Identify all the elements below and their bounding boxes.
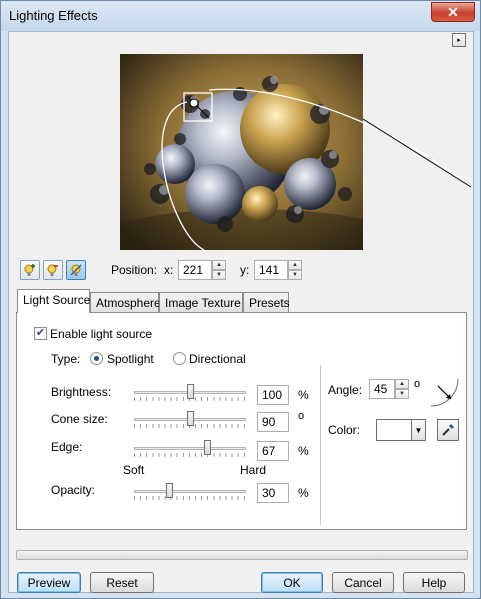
cone-size-unit: o <box>298 410 305 422</box>
position-y-label: y: <box>240 263 250 277</box>
angle-label: Angle: <box>328 383 363 397</box>
options-menu-button[interactable]: ▸ <box>452 33 466 47</box>
eyedropper-icon <box>442 424 454 436</box>
position-x-label: x: <box>164 263 174 277</box>
opacity-unit: % <box>298 486 309 500</box>
position-x-field[interactable]: 221 <box>178 260 212 280</box>
tab-image-texture[interactable]: Image Texture <box>159 292 243 312</box>
brightness-slider[interactable] <box>134 384 246 401</box>
cone-size-label: Cone size: <box>51 412 108 426</box>
opacity-label: Opacity: <box>51 483 96 497</box>
tab-presets[interactable]: Presets <box>243 292 290 312</box>
spotlight-radio[interactable] <box>90 352 103 365</box>
toggle-light-icon <box>70 264 82 276</box>
position-y-spinner[interactable]: ▲ ▼ <box>288 260 302 280</box>
spin-up-icon[interactable]: ▲ <box>395 379 409 389</box>
tab-light-source[interactable]: Light Source <box>17 289 90 313</box>
lighting-effects-window: Lighting Effects ✕ ▸ Position: x: 221 ▲ … <box>0 0 481 599</box>
progress-bar <box>16 550 468 560</box>
preview-button[interactable]: Preview <box>17 572 81 593</box>
spin-up-icon[interactable]: ▲ <box>288 260 302 270</box>
remove-light-icon <box>47 264 58 276</box>
color-picker-dropdown[interactable]: ▼ <box>376 419 426 441</box>
opacity-slider[interactable] <box>134 483 246 500</box>
preview-image[interactable] <box>120 54 363 250</box>
angle-dial[interactable] <box>429 377 461 409</box>
window-title: Lighting Effects <box>9 8 98 23</box>
dropdown-arrow-icon[interactable]: ▼ <box>411 420 425 440</box>
edge-hard-label: Hard <box>240 463 267 477</box>
add-light-button[interactable] <box>20 260 40 280</box>
menu-arrow-icon: ▸ <box>457 37 461 44</box>
enable-light-checkbox[interactable]: ✔ <box>34 327 47 340</box>
angle-spinner[interactable]: ▲ ▼ <box>395 379 409 399</box>
brightness-label: Brightness: <box>51 385 112 399</box>
spotlight-label[interactable]: Spotlight <box>107 352 154 366</box>
spin-down-icon[interactable]: ▼ <box>212 270 226 280</box>
light-source-panel: ✔ Enable light source Type: Spotlight Di… <box>16 312 467 530</box>
color-swatch <box>379 422 409 438</box>
close-icon: ✕ <box>447 3 459 20</box>
angle-field[interactable]: 45 <box>369 379 395 399</box>
spin-down-icon[interactable]: ▼ <box>395 389 409 399</box>
position-y-field[interactable]: 141 <box>254 260 288 280</box>
angle-unit: o <box>414 378 421 390</box>
dialog-client: ▸ Position: x: 221 ▲ ▼ y: 141 ▲ ▼ Light … <box>8 31 474 593</box>
fractal-render <box>120 54 363 250</box>
spin-down-icon[interactable]: ▼ <box>288 270 302 280</box>
panel-divider <box>320 365 321 525</box>
eyedropper-button[interactable] <box>437 419 459 441</box>
tab-atmosphere[interactable]: Atmosphere <box>90 292 161 312</box>
toggle-light-button[interactable] <box>66 260 86 280</box>
help-button[interactable]: Help <box>403 572 465 593</box>
angle-dial-icon <box>430 378 459 407</box>
brightness-unit: % <box>298 388 309 402</box>
opacity-field[interactable]: 30 <box>257 483 289 503</box>
spin-up-icon[interactable]: ▲ <box>212 260 226 270</box>
opacity-slider-thumb[interactable] <box>166 483 173 498</box>
edge-field[interactable]: 67 <box>257 441 289 461</box>
position-label: Position: <box>111 263 158 277</box>
type-label: Type: <box>51 352 81 366</box>
close-button[interactable]: ✕ <box>431 2 475 22</box>
brightness-slider-thumb[interactable] <box>187 384 194 399</box>
title-bar[interactable]: Lighting Effects ✕ <box>1 1 480 31</box>
position-x-spinner[interactable]: ▲ ▼ <box>212 260 226 280</box>
cone-size-slider-thumb[interactable] <box>187 411 194 426</box>
cancel-button[interactable]: Cancel <box>332 572 394 593</box>
edge-unit: % <box>298 444 309 458</box>
edge-label: Edge: <box>51 440 83 454</box>
reset-button[interactable]: Reset <box>90 572 154 593</box>
cone-size-field[interactable]: 90 <box>257 412 289 432</box>
edge-slider[interactable] <box>134 440 246 457</box>
directional-label[interactable]: Directional <box>189 352 246 366</box>
edge-soft-label: Soft <box>123 463 145 477</box>
directional-radio[interactable] <box>173 352 186 365</box>
ok-button[interactable]: OK <box>261 572 323 593</box>
cone-size-slider[interactable] <box>134 411 246 428</box>
add-light-icon <box>24 264 35 276</box>
enable-light-label[interactable]: Enable light source <box>50 327 152 341</box>
color-label: Color: <box>328 423 361 437</box>
remove-light-button[interactable] <box>43 260 63 280</box>
brightness-field[interactable]: 100 <box>257 385 289 405</box>
edge-slider-thumb[interactable] <box>204 440 211 455</box>
